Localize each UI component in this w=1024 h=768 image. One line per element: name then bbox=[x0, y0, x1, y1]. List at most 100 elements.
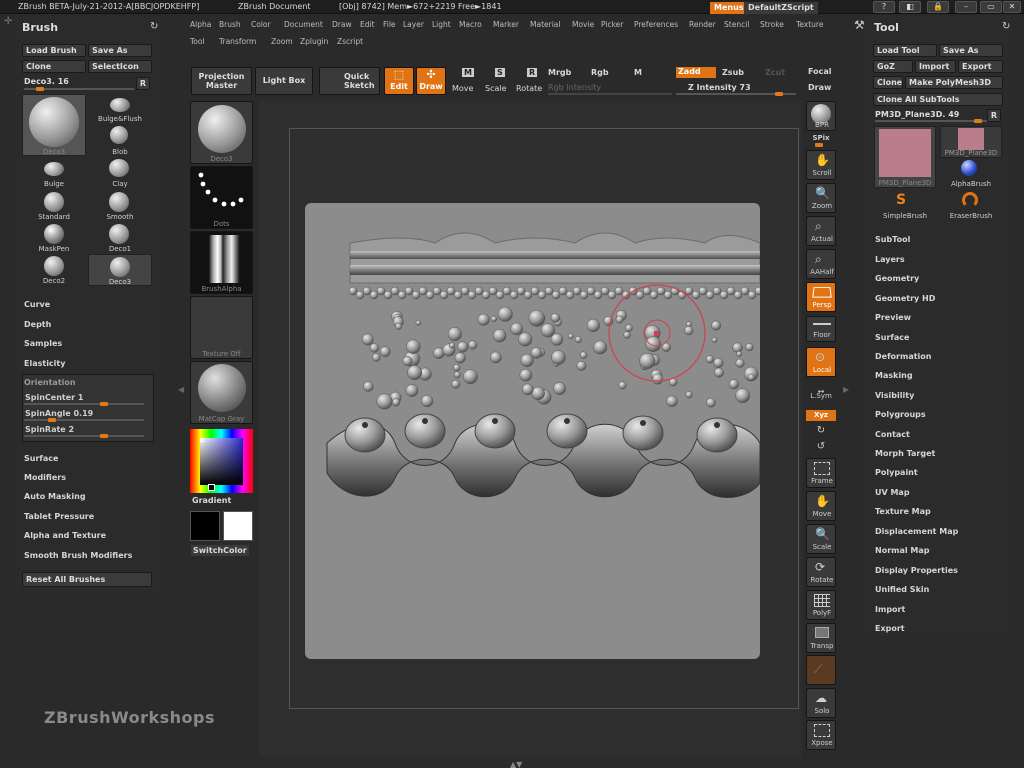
polyf-button[interactable]: PolyF bbox=[806, 590, 836, 620]
menu-movie[interactable]: Movie bbox=[572, 20, 594, 29]
close-icon[interactable]: ✕ bbox=[1003, 1, 1021, 13]
scale-view-button[interactable]: Scale 🔍 bbox=[806, 524, 836, 554]
sculpt-plane[interactable] bbox=[305, 203, 760, 659]
refresh-icon[interactable]: ↻ bbox=[150, 21, 158, 32]
smooth-brush-icon[interactable] bbox=[109, 192, 129, 212]
current-tool-thumbnail[interactable]: PM3D_Plane3D bbox=[874, 126, 936, 188]
spinrate-knob[interactable] bbox=[100, 434, 108, 438]
tool-slider-track[interactable] bbox=[875, 120, 987, 122]
display-properties-section[interactable]: Display Properties bbox=[875, 566, 958, 575]
tool-refresh-icon[interactable]: ↻ bbox=[1002, 21, 1010, 32]
menu-macro[interactable]: Macro bbox=[459, 20, 482, 29]
menu-zplugin[interactable]: Zplugin bbox=[300, 37, 328, 46]
menu-transform[interactable]: Transform bbox=[219, 37, 256, 46]
elasticity-section[interactable]: Elasticity bbox=[24, 359, 65, 368]
menu-layer[interactable]: Layer bbox=[403, 20, 424, 29]
draw-mode-button[interactable]: ✣ Draw bbox=[416, 67, 446, 95]
make-polymesh-button[interactable]: Make PolyMesh3D bbox=[905, 76, 1003, 89]
local-button[interactable]: Local ⊙ bbox=[806, 347, 836, 377]
tool-surface-section[interactable]: Surface bbox=[875, 333, 909, 342]
help-icon[interactable]: ? bbox=[873, 1, 895, 13]
focal-shift-slider[interactable]: Focal bbox=[808, 67, 832, 76]
move-icon[interactable]: M bbox=[462, 68, 474, 77]
visibility-section[interactable]: Visibility bbox=[875, 391, 914, 400]
stroke-shelf-button[interactable]: Dots bbox=[190, 166, 253, 229]
maskpen-brush-icon[interactable] bbox=[44, 224, 64, 244]
clay-brush-icon[interactable] bbox=[109, 159, 129, 177]
mrgb-button[interactable]: Mrgb bbox=[548, 68, 571, 77]
menu-color[interactable]: Color bbox=[251, 20, 271, 29]
auto-masking-section[interactable]: Auto Masking bbox=[24, 492, 86, 501]
color-picker[interactable] bbox=[190, 429, 253, 493]
menu-render[interactable]: Render bbox=[689, 20, 716, 29]
morph-target-section[interactable]: Morph Target bbox=[875, 449, 935, 458]
menu-stroke[interactable]: Stroke bbox=[760, 20, 784, 29]
quick-sketch-button[interactable]: Quick Sketch bbox=[319, 67, 380, 95]
menu-draw[interactable]: Draw bbox=[332, 20, 352, 29]
xyz-button[interactable]: Xyz bbox=[806, 410, 836, 421]
right-tray-arrow-icon[interactable]: ▶ bbox=[843, 385, 849, 394]
brush-save-as-button[interactable]: Save As bbox=[88, 44, 152, 57]
surface-section[interactable]: Surface bbox=[24, 454, 58, 463]
deco1-brush-icon[interactable] bbox=[109, 224, 129, 244]
tool-export-section[interactable]: Export bbox=[875, 624, 905, 633]
rotate-y-icon[interactable]: ↻ bbox=[804, 425, 838, 436]
z-intensity-knob[interactable] bbox=[775, 92, 783, 96]
rotate-view-button[interactable]: Rotate ⟳ bbox=[806, 557, 836, 587]
displacement-map-section[interactable]: Displacement Map bbox=[875, 527, 958, 536]
current-brush-thumbnail[interactable]: Deco3 bbox=[22, 94, 86, 156]
floor-button[interactable]: Floor bbox=[806, 316, 836, 342]
scroll-button[interactable]: Scroll ✋ bbox=[806, 150, 836, 180]
reset-all-brushes-button[interactable]: Reset All Brushes bbox=[22, 572, 152, 587]
canvas-scroll-arrows-icon[interactable]: ▲▼ bbox=[510, 760, 522, 768]
color-cursor-icon[interactable] bbox=[208, 484, 215, 491]
tool-import-button[interactable]: Import bbox=[915, 60, 956, 73]
layers-section[interactable]: Layers bbox=[875, 255, 905, 264]
simplebrush-icon[interactable]: S bbox=[896, 192, 906, 208]
gradient-toggle[interactable]: Gradient bbox=[192, 496, 231, 505]
tool-save-as-button[interactable]: Save As bbox=[939, 44, 1003, 57]
secondary-color-swatch[interactable] bbox=[223, 511, 253, 541]
brush-reset-r-button[interactable]: R bbox=[136, 77, 150, 90]
spincenter-slider[interactable] bbox=[24, 403, 144, 405]
menu-zscript[interactable]: Zscript bbox=[337, 37, 363, 46]
rotate-z-icon[interactable]: ↺ bbox=[804, 441, 838, 452]
menu-light[interactable]: Light bbox=[432, 20, 451, 29]
bulge-brush-icon[interactable] bbox=[44, 162, 64, 176]
z-intensity-slider[interactable]: Z Intensity 73 bbox=[688, 83, 751, 92]
transp-button[interactable]: Transp bbox=[806, 623, 836, 653]
menu-edit[interactable]: Edit bbox=[360, 20, 375, 29]
minimize-icon[interactable]: – bbox=[955, 1, 977, 13]
zadd-button[interactable]: Zadd bbox=[676, 67, 716, 78]
spinangle-knob[interactable] bbox=[48, 418, 56, 422]
menu-marker[interactable]: Marker bbox=[493, 20, 519, 29]
tool-clone-button[interactable]: Clone bbox=[873, 76, 903, 89]
masking-section[interactable]: Masking bbox=[875, 371, 913, 380]
spix-slider[interactable]: SPix bbox=[804, 134, 838, 142]
maximize-icon[interactable]: ▭ bbox=[980, 1, 1002, 13]
switch-color-button[interactable]: SwitchColor bbox=[191, 545, 249, 556]
preview-section[interactable]: Preview bbox=[875, 313, 911, 322]
rgb-intensity-slider[interactable]: Rgb Intensity bbox=[548, 83, 601, 92]
modifiers-section[interactable]: Modifiers bbox=[24, 473, 66, 482]
persp-button[interactable]: Persp bbox=[806, 282, 836, 312]
ghost-button[interactable]: ⟋ bbox=[806, 655, 836, 685]
menu-tool[interactable]: Tool bbox=[190, 37, 205, 46]
menu-brush[interactable]: Brush bbox=[219, 20, 241, 29]
load-tool-button[interactable]: Load Tool bbox=[873, 44, 937, 57]
rgb-intensity-track[interactable] bbox=[548, 93, 672, 95]
scale-mode-label[interactable]: Scale bbox=[485, 84, 507, 93]
spincenter-knob[interactable] bbox=[100, 402, 108, 406]
bpr-button[interactable]: BPR bbox=[806, 101, 836, 131]
zcut-button[interactable]: Zcut bbox=[765, 68, 785, 77]
menu-zoom[interactable]: Zoom bbox=[271, 37, 293, 46]
tablet-pressure-section[interactable]: Tablet Pressure bbox=[24, 512, 94, 521]
tool-slider-knob[interactable] bbox=[974, 119, 982, 123]
menu-file[interactable]: File bbox=[383, 20, 396, 29]
edit-mode-button[interactable]: ⬚ Edit bbox=[384, 67, 414, 95]
layout-icon[interactable]: ◧ bbox=[899, 1, 921, 13]
rotate-icon[interactable]: R bbox=[527, 68, 538, 77]
smooth-brush-modifiers-section[interactable]: Smooth Brush Modifiers bbox=[24, 551, 132, 560]
eraserbrush-icon[interactable] bbox=[962, 192, 978, 208]
color-square[interactable] bbox=[200, 438, 243, 485]
